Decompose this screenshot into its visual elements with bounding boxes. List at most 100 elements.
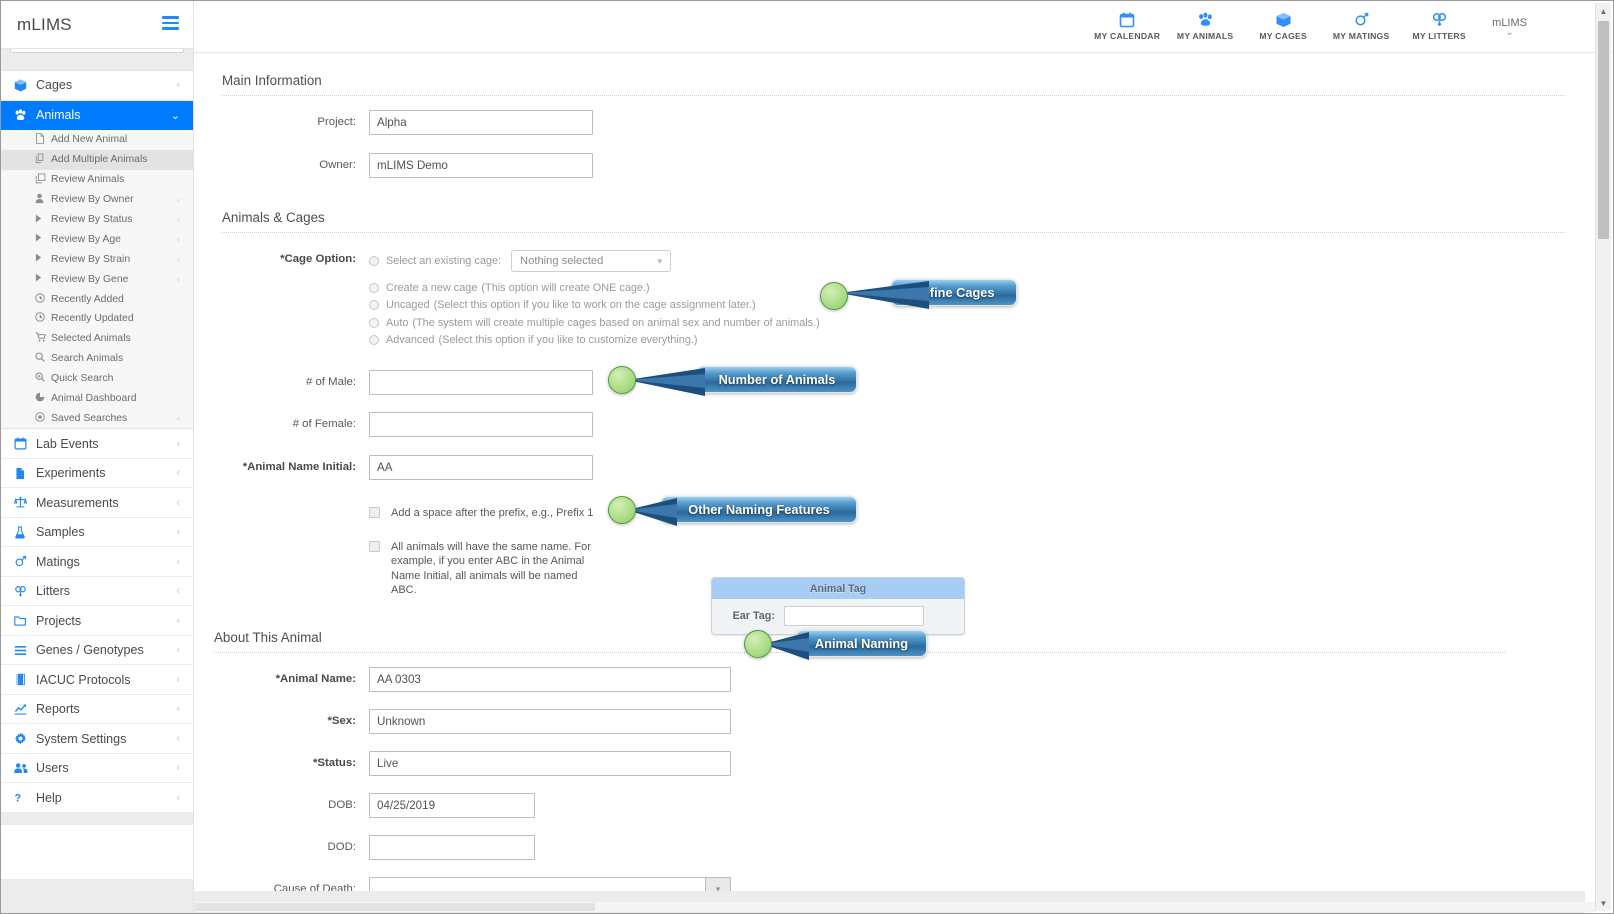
topnav-my-cages[interactable]: MY CAGES [1245, 12, 1321, 41]
sidebar-item-cages[interactable]: Cages ‹ [1, 71, 193, 101]
sidebar-item-label: Samples [36, 525, 85, 540]
cage-option-select-an-existing-cage[interactable]: Select an existing cage: Nothing selected… [369, 250, 1585, 272]
vertical-scrollbar-thumb[interactable] [1598, 21, 1609, 239]
sidebar-item-system-settings[interactable]: System Settings ‹ [1, 724, 193, 754]
sidebar-search-input[interactable] [10, 49, 184, 53]
chevron-down-icon: ⌄ [1505, 26, 1514, 38]
calendar-icon [1089, 12, 1165, 31]
sidebar-subitem-animal-dashboard[interactable]: Animal Dashboard [1, 389, 193, 409]
sidebar-subitem-selected-animals[interactable]: Selected Animals [1, 329, 193, 349]
sidebar-subitem-review-by-owner[interactable]: Review By Owner ‹ [1, 190, 193, 210]
sidebar-item-genes-genotypes[interactable]: Genes / Genotypes ‹ [1, 635, 193, 666]
animal-name-label: *Animal Name: [275, 672, 356, 685]
checkbox-add-space[interactable] [369, 507, 380, 518]
section-title-main-information: Main Information [222, 73, 322, 88]
sidebar-subitem-recently-added[interactable]: Recently Added [1, 289, 193, 309]
sidebar-subitem-label: Saved Searches [51, 412, 128, 424]
chevron-left-icon: ‹ [177, 234, 180, 245]
sidebar-item-reports[interactable]: Reports ‹ [1, 694, 193, 725]
caret-right-icon [35, 233, 51, 245]
sidebar-subitem-review-by-age[interactable]: Review By Age ‹ [1, 229, 193, 249]
section-rule [222, 95, 1565, 96]
scroll-down-icon[interactable]: ▼ [1596, 895, 1611, 911]
female-count-input[interactable] [369, 412, 593, 437]
sidebar-subitem-recently-updated[interactable]: Recently Updated [1, 309, 193, 329]
user-menu[interactable]: mLIMS ⌄ [1492, 17, 1527, 38]
sidebar-subitem-label: Review By Owner [51, 194, 134, 206]
radio-button[interactable] [369, 335, 379, 345]
sex-label: *Sex: [327, 714, 357, 727]
sidebar-subitem-quick-search[interactable]: Quick Search [1, 369, 193, 389]
radio-button[interactable] [369, 317, 379, 328]
sidebar-item-help[interactable]: ? Help ‹ [1, 783, 193, 813]
sidebar-subitem-add-new-animal[interactable]: Add New Animal [1, 130, 193, 150]
checkbox-same-name-row[interactable]: All animals will have the same name. For… [369, 540, 1585, 598]
male-count-input[interactable] [369, 370, 593, 395]
callout-anchor-dot [744, 630, 772, 658]
horizontal-scrollbar[interactable] [195, 902, 1595, 912]
radio-button[interactable] [369, 282, 379, 293]
cage-option-advanced[interactable]: Advanced (Select this option if you like … [369, 333, 1585, 348]
sidebar-item-samples[interactable]: Samples ‹ [1, 517, 193, 548]
sidebar-subitem-label: Review Animals [51, 174, 125, 186]
sidebar-item-lab-events[interactable]: Lab Events ‹ [1, 429, 193, 459]
sidebar-subitem-review-animals[interactable]: Review Animals [1, 170, 193, 190]
chevron-left-icon: ‹ [176, 732, 180, 745]
project-input[interactable]: Alpha [369, 110, 593, 135]
topnav-my-litters[interactable]: MY LITTERS [1401, 12, 1477, 41]
checkbox-same-name[interactable] [369, 540, 380, 552]
sidebar-subitem-saved-searches[interactable]: Saved Searches ‹ [1, 408, 193, 428]
litter-icon [1401, 12, 1477, 31]
topnav-label: MY CALENDAR [1094, 31, 1161, 41]
sidebar-subitem-review-by-strain[interactable]: Review By Strain ‹ [1, 249, 193, 269]
cage-option-auto[interactable]: Auto (The system will create multiple cag… [369, 315, 1585, 330]
owner-input[interactable]: mLIMS Demo [369, 153, 593, 178]
sidebar-subitem-review-by-gene[interactable]: Review By Gene ‹ [1, 269, 193, 289]
clock-icon [35, 292, 51, 306]
callout-tail [763, 632, 809, 660]
chevron-left-icon: ‹ [176, 791, 180, 804]
chevron-left-icon: ‹ [176, 673, 180, 686]
scroll-up-icon[interactable]: ▲ [1596, 3, 1611, 19]
cage-option-label: Uncaged [386, 299, 430, 311]
topnav-my-calendar[interactable]: MY CALENDAR [1089, 12, 1165, 41]
sidebar-subitem-add-multiple-animals[interactable]: Add Multiple Animals [1, 149, 193, 170]
male-count-label: # of Male: [305, 376, 356, 388]
scale-icon [14, 496, 36, 509]
sidebar-item-projects[interactable]: Projects ‹ [1, 606, 193, 636]
dob-input[interactable]: 04/25/2019 [369, 792, 535, 818]
sex-input[interactable]: Unknown [369, 708, 731, 734]
application-window: mLIMS Cages ‹ Animals ⌄ Add New Animal Ad… [0, 0, 1614, 914]
list-icon [14, 645, 36, 656]
topnav-my-matings[interactable]: MY MATINGS [1323, 12, 1399, 41]
checkbox-add-space-row[interactable]: Add a space after the prefix, e.g., Pref… [369, 506, 1585, 521]
topnav-my-animals[interactable]: MY ANIMALS [1167, 12, 1243, 41]
horizontal-scrollbar-thumb[interactable] [195, 903, 595, 911]
vertical-scrollbar[interactable]: ▲ ▼ [1595, 3, 1611, 911]
sidebar-item-label: Help [36, 790, 62, 805]
radio-button[interactable] [369, 300, 379, 310]
sidebar-subitem-search-animals[interactable]: Search Animals [1, 349, 193, 369]
cage-select[interactable]: Nothing selected ▾ [511, 250, 672, 272]
sidebar-item-iacuc-protocols[interactable]: IACUC Protocols ‹ [1, 665, 193, 695]
name-initial-input[interactable]: AA [369, 455, 593, 480]
sidebar-item-animals[interactable]: Animals ⌄ [1, 100, 193, 130]
radio-button[interactable] [369, 256, 379, 266]
ear-tag-input[interactable] [784, 606, 924, 626]
status-input[interactable]: Live [369, 750, 731, 776]
main-content: Main Information Project: Alpha Owner: m… [194, 53, 1585, 913]
sidebar-subitem-review-by-status[interactable]: Review By Status ‹ [1, 210, 193, 230]
sidebar-item-matings[interactable]: Matings ‹ [1, 547, 193, 577]
sidebar-blank-area [1, 824, 193, 879]
sidebar-item-measurements[interactable]: Measurements ‹ [1, 488, 193, 518]
sidebar-item-experiments[interactable]: Experiments ‹ [1, 458, 193, 489]
experiment-icon [14, 467, 36, 480]
sidebar-item-users[interactable]: Users ‹ [1, 753, 193, 784]
sidebar-item-litters[interactable]: Litters ‹ [1, 576, 193, 607]
dod-input[interactable] [369, 834, 535, 860]
cage-option-note: (Select this option if you like to work … [433, 299, 756, 311]
sidebar-subitem-label: Search Animals [51, 353, 124, 365]
hamburger-icon[interactable] [162, 16, 179, 33]
brand-title: mLIMS [17, 14, 72, 34]
animal-name-input[interactable]: AA 0303 [369, 666, 731, 692]
